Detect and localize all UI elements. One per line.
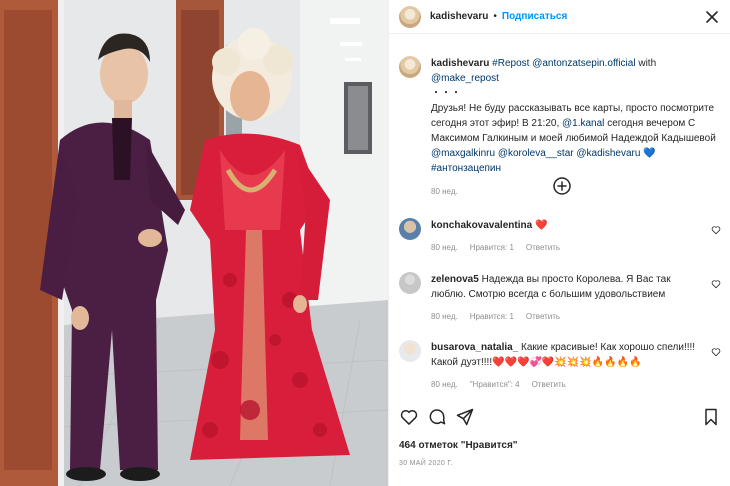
bookmark-icon[interactable] <box>701 407 721 427</box>
instagram-post: kadishevaru • Подписаться kadishevaru #R… <box>0 0 730 486</box>
comment-item: konchakovavalentina ❤️ 80 нед. Нравится:… <box>399 218 721 255</box>
repost-hashtag[interactable]: #Repost <box>492 58 529 69</box>
close-icon[interactable] <box>704 9 720 25</box>
comment-text: ❤️ <box>534 220 548 231</box>
comment-item: zelenova5 Надежда вы просто Королева. Я … <box>399 272 721 324</box>
post-side-panel: kadishevaru • Подписаться kadishevaru #R… <box>388 0 730 486</box>
caption-username[interactable]: kadishevaru <box>431 58 489 69</box>
mention-koroleva[interactable]: @koroleva__star <box>498 148 574 159</box>
mention-app[interactable]: @make_repost <box>431 73 499 84</box>
commenter-username[interactable]: zelenova5 <box>431 274 479 285</box>
commenter-avatar[interactable] <box>399 272 421 294</box>
blue-heart-emoji: 💙 <box>643 148 656 159</box>
plus-circle-icon[interactable] <box>552 176 572 196</box>
likes-count[interactable]: 464 отметок "Нравится" <box>399 440 518 451</box>
comment-time: 80 нед. <box>431 243 458 252</box>
caption-ellipsis: ・・・ <box>431 88 461 99</box>
photo-illustration <box>0 0 388 486</box>
post-header: kadishevaru • Подписаться <box>389 0 730 34</box>
commenter-avatar[interactable] <box>399 218 421 240</box>
mention-channel[interactable]: @1.kanal <box>562 118 604 129</box>
comment-body: busarova_natalia_ Какие красивые! Как хо… <box>431 340 701 392</box>
follow-button[interactable]: Подписаться <box>502 11 567 22</box>
caption-avatar[interactable] <box>399 56 421 78</box>
comment-icon[interactable] <box>427 407 447 427</box>
commenter-username[interactable]: konchakovavalentina <box>431 220 532 231</box>
comment-likes[interactable]: Нравится: 1 <box>470 309 514 324</box>
comment-time: 80 нед. <box>431 312 458 321</box>
hashtag[interactable]: #антонзацепин <box>431 163 501 174</box>
commenter-username[interactable]: busarova_natalia_ <box>431 342 518 353</box>
commenter-avatar[interactable] <box>399 340 421 362</box>
comment-heart-icon[interactable] <box>711 347 721 357</box>
comment-time: 80 нед. <box>431 380 458 389</box>
comment-meta: 80 нед. "Нравится": 4 Ответить <box>431 377 701 392</box>
reply-button[interactable]: Ответить <box>532 377 566 392</box>
mention-maxgalkin[interactable]: @maxgalkinru <box>431 148 495 159</box>
mention-source[interactable]: @antonzatsepin.official <box>532 58 635 69</box>
comment-likes[interactable]: Нравится: 1 <box>470 240 514 255</box>
reply-button[interactable]: Ответить <box>526 240 560 255</box>
reply-button[interactable]: Ответить <box>526 309 560 324</box>
action-bar <box>399 407 721 429</box>
post-date: 30 МАЙ 2020 Г. <box>399 460 453 467</box>
caption-body: kadishevaru #Repost @antonzatsepin.offic… <box>431 56 716 199</box>
comment-body: konchakovavalentina ❤️ 80 нед. Нравится:… <box>431 218 701 255</box>
comment-item: busarova_natalia_ Какие красивые! Как хо… <box>399 340 721 392</box>
header-separator: • <box>493 11 497 22</box>
comment-meta: 80 нед. Нравится: 1 Ответить <box>431 240 701 255</box>
send-icon[interactable] <box>455 407 475 427</box>
comment-heart-icon[interactable] <box>711 279 721 289</box>
comment-body: zelenova5 Надежда вы просто Королева. Я … <box>431 272 701 324</box>
comment-likes[interactable]: "Нравится": 4 <box>470 377 520 392</box>
comment-meta: 80 нед. Нравится: 1 Ответить <box>431 309 701 324</box>
caption-time: 80 нед. <box>431 187 458 196</box>
post-photo[interactable] <box>0 0 388 486</box>
post-caption: kadishevaru #Repost @antonzatsepin.offic… <box>389 34 730 199</box>
author-username[interactable]: kadishevaru <box>430 11 488 22</box>
heart-icon[interactable] <box>399 407 419 427</box>
comment-heart-icon[interactable] <box>711 225 721 235</box>
mention-kadisheva[interactable]: @kadishevaru <box>576 148 640 159</box>
author-avatar[interactable] <box>399 5 421 28</box>
with-text: with <box>638 58 657 69</box>
